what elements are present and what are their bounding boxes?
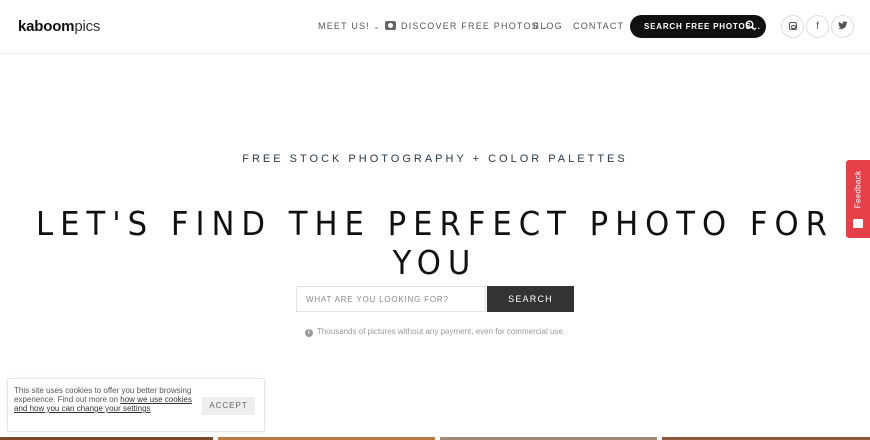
facebook-button[interactable]: f	[806, 15, 829, 38]
info-icon: i	[304, 329, 313, 337]
twitter-icon	[837, 21, 847, 29]
header-search-button[interactable]: SEARCH FREE PHOTOS...	[630, 15, 766, 38]
header-search-label: SEARCH FREE PHOTOS...	[644, 22, 761, 31]
logo-light-text: pics	[74, 18, 101, 35]
top-navigation-bar: kaboompics MEET US! ⌄ DISCOVER FREE PHOTO…	[0, 0, 870, 54]
nav-discover-free-photos[interactable]: DISCOVER FREE PHOTOS ⌄	[385, 21, 550, 31]
camera-icon	[385, 21, 396, 30]
feedback-icon	[853, 219, 863, 228]
hero-subtitle: FREE STOCK PHOTOGRAPHY + COLOR PALETTES	[242, 153, 628, 165]
nav-meet-us-label: MEET US!	[318, 21, 370, 31]
cookie-text: This site uses cookies to offer you bett…	[14, 386, 194, 413]
chevron-down-icon: ⌄	[372, 22, 381, 31]
instagram-button[interactable]	[781, 15, 804, 38]
feedback-label: Feedback	[853, 170, 863, 209]
cookie-accept-button[interactable]: ACCEPT	[202, 397, 255, 415]
twitter-button[interactable]	[831, 15, 854, 38]
nav-discover-label: DISCOVER FREE PHOTOS	[401, 21, 539, 31]
nav-blog[interactable]: BLOG	[533, 21, 563, 31]
info-note: i Thousands of pictures without any paym…	[0, 327, 870, 337]
logo-bold-text: kaboom	[18, 18, 75, 35]
instagram-icon	[788, 22, 797, 30]
search-icon	[745, 20, 756, 33]
site-logo[interactable]: kaboompics	[18, 18, 100, 35]
hero-title: LET'S FIND THE PERFECT PHOTO FOR YOU	[36, 204, 834, 282]
cookie-banner: This site uses cookies to offer you bett…	[7, 378, 265, 432]
nav-meet-us[interactable]: MEET US! ⌄	[318, 21, 381, 31]
nav-contact[interactable]: CONTACT	[573, 21, 624, 31]
search-button[interactable]: SEARCH	[487, 286, 574, 312]
facebook-icon: f	[816, 21, 819, 32]
search-input[interactable]: WHAT ARE YOU LOOKING FOR?	[296, 286, 486, 312]
info-text: Thousands of pictures without any paymen…	[316, 327, 566, 336]
feedback-tab[interactable]: Feedback	[846, 160, 870, 238]
